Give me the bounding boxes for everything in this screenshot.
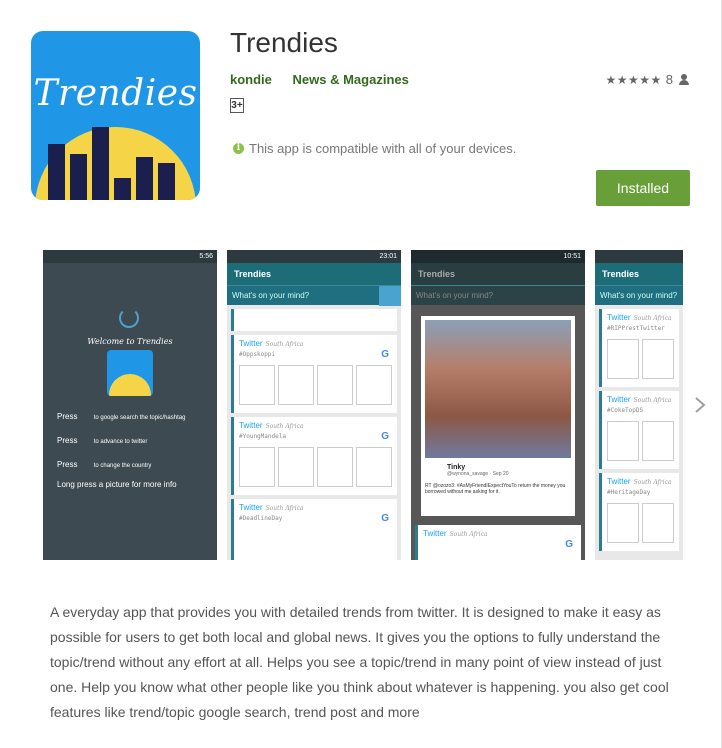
compatibility-text: This app is compatible with all of your … (249, 141, 517, 156)
press-google-line: Press to google search the topic/hashtag (57, 412, 185, 421)
trend-card: Twitter South Africa #CokeTopDS (599, 391, 679, 469)
trend-card: Twitter South Africa #DeadlineDay G (231, 499, 397, 560)
press-label: Press (57, 436, 78, 445)
content-rating-badge: 3+ (230, 98, 244, 113)
trend-card: Twitter South Africa #Oppskoppi G (231, 335, 397, 413)
card-thumbnails (607, 339, 674, 379)
press-hint: to google search the topic/hashtag (93, 415, 186, 421)
card-thumbnails (239, 447, 392, 487)
press-hint: to change the country (93, 463, 152, 469)
card-hashtag: #CokeTopDS (607, 407, 644, 414)
card-source: Twitter South Africa (607, 477, 672, 486)
rating-stars: ★★★★★ (605, 72, 662, 87)
rating-summary: ★★★★★ 8 (605, 72, 689, 87)
trend-card: Twitter South Africa #RIPPrestTwitter (599, 309, 679, 387)
card-hashtag: #HeritageDay (607, 489, 651, 496)
status-bar (595, 250, 683, 263)
app-bar-title: Trendies (411, 263, 585, 285)
app-icon: Trendies (31, 31, 200, 200)
press-hint: to advance to twitter (93, 439, 148, 445)
press-twitter-line: Press to advance to twitter (57, 436, 147, 445)
screenshot-carousel: 5:56 Welcome to Trendies Press to google… (43, 250, 683, 560)
search-bar: What's on your mind? (411, 285, 585, 305)
card-thumbnails (607, 421, 674, 461)
card-hashtag: #RIPPrestTwitter (607, 325, 665, 332)
rating-count: 8 (665, 72, 673, 87)
tweet-handle: @wynona_savage · Sep 20 (447, 471, 509, 477)
search-placeholder: What's on your mind? (416, 291, 494, 300)
icon-logo-text: Trendies (33, 73, 198, 114)
app-bar-title: Trendies (227, 263, 401, 285)
compatibility-notice: i This app is compatible with all of you… (233, 141, 516, 156)
card-source: Twitter South Africa (239, 421, 304, 430)
search-placeholder: What's on your mind? (232, 291, 310, 300)
status-bar: 23:01 (227, 250, 401, 263)
search-placeholder: What's on your mind? (600, 291, 678, 300)
loading-spinner-icon (119, 308, 139, 328)
screenshot-2[interactable]: 23:01 Trendies What's on your mind? Twit… (227, 250, 401, 560)
card-hashtag: #YoungMandela (239, 433, 286, 440)
google-icon: G (565, 539, 573, 550)
app-description: A everyday app that provides you with de… (50, 604, 669, 720)
card-hashtag: #Oppskoppi (239, 351, 276, 358)
app-meta: kondie News & Magazines (230, 72, 426, 87)
person-icon (679, 74, 689, 85)
card-hashtag: #DeadlineDay (239, 515, 283, 522)
trend-card-partial (231, 309, 397, 331)
search-icon (379, 286, 401, 306)
card-source: Twitter South Africa (423, 529, 488, 538)
app-bar-title: Trendies (595, 263, 683, 285)
trend-card: Twitter South Africa G (415, 525, 581, 560)
trend-card: Twitter South Africa #HeritageDay (599, 473, 679, 551)
press-label: Press (57, 460, 78, 469)
google-icon: G (381, 431, 389, 442)
press-label: Press (57, 412, 78, 421)
card-source: Twitter South Africa (239, 339, 304, 348)
tweet-detail-card: Tinky @wynona_savage · Sep 20 RT @ozozo3… (421, 316, 575, 516)
search-bar: What's on your mind? (227, 285, 401, 306)
icon-bars-graphic (48, 127, 175, 200)
status-bar: 10:51 (411, 250, 585, 263)
screenshot-3[interactable]: 10:51 Trendies What's on your mind? Tink… (411, 250, 585, 560)
installed-button[interactable]: Installed (596, 170, 690, 206)
card-source: Twitter South Africa (607, 313, 672, 322)
search-bar: What's on your mind? (595, 285, 683, 305)
chevron-right-icon[interactable] (694, 396, 706, 414)
press-country-line: Press to change the country (57, 460, 151, 469)
mini-logo-icon (107, 350, 153, 396)
app-title: Trendies (230, 27, 338, 58)
app-detail-page: Trendies Trendies kondie News & Magazine… (0, 0, 722, 748)
tweet-photo (425, 320, 571, 458)
long-press-line: Long press a picture for more info (57, 480, 177, 489)
screenshot-1[interactable]: 5:56 Welcome to Trendies Press to google… (43, 250, 217, 560)
card-thumbnails (607, 503, 674, 543)
screenshot-4[interactable]: Trendies What's on your mind? Twitter Sou… (595, 250, 683, 560)
developer-link[interactable]: kondie (230, 72, 272, 87)
category-link[interactable]: News & Magazines (293, 72, 409, 87)
tweet-text: RT @ozozo3: #AsMyFriendIExpectYouTo retu… (425, 483, 566, 495)
card-source: Twitter South Africa (607, 395, 672, 404)
status-bar: 5:56 (43, 250, 217, 263)
trend-card: Twitter South Africa #YoungMandela G (231, 417, 397, 495)
google-icon: G (381, 349, 389, 360)
tweet-user: Tinky (447, 464, 466, 471)
card-thumbnails (239, 365, 392, 405)
welcome-text: Welcome to Trendies (87, 337, 173, 346)
info-icon: i (233, 143, 244, 154)
google-icon: G (381, 513, 389, 524)
card-source: Twitter South Africa (239, 503, 304, 512)
